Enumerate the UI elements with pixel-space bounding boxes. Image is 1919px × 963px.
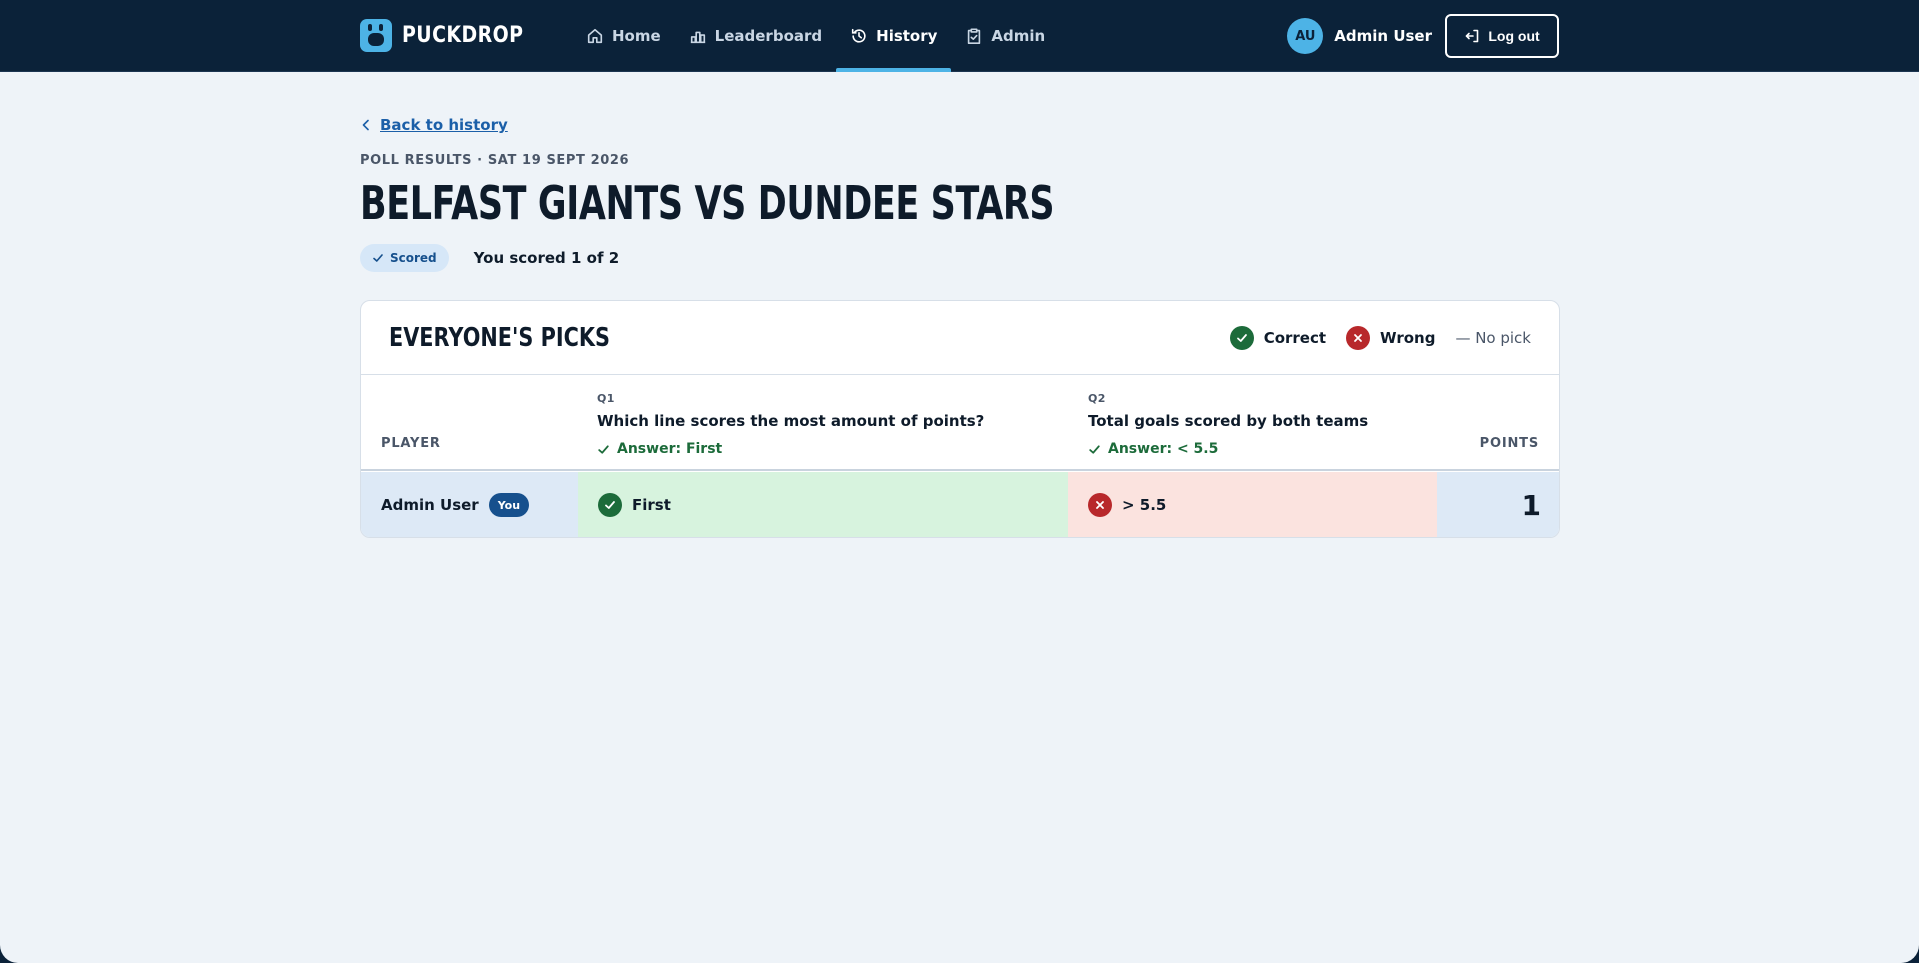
- check-icon: [598, 444, 609, 454]
- user-name: Admin User: [1334, 27, 1432, 45]
- poll-kicker: POLL RESULTS · SAT 19 SEPT 2026: [360, 153, 630, 168]
- home-icon: [587, 28, 603, 44]
- picks-card: EVERYONE'S PICKS Correct Wrong — No pick…: [360, 300, 1560, 538]
- brand-logo[interactable]: PUCKDROP: [360, 19, 543, 52]
- answer-label: Answer: < 5.5: [1108, 441, 1219, 457]
- nav-admin[interactable]: Admin: [951, 0, 1059, 72]
- wrong-icon: [1346, 326, 1371, 350]
- pick-value: > 5.5: [1122, 496, 1167, 514]
- brand-name: PUCKDROP: [402, 23, 524, 48]
- correct-icon: [1229, 326, 1254, 350]
- player-name: Admin User: [381, 496, 479, 514]
- check-icon: [373, 254, 383, 262]
- question-text: Which line scores the most amount of poi…: [597, 412, 985, 430]
- back-to-history-link[interactable]: Back to history: [360, 116, 508, 134]
- main-nav: Home Leaderboard History Admin: [572, 0, 1059, 72]
- points-cell: 1: [1437, 472, 1559, 537]
- user-area: AU Admin User Log out: [1287, 14, 1559, 58]
- pick-cell-q1: First: [578, 472, 1068, 537]
- picks-legend: Correct Wrong — No pick: [1210, 326, 1531, 350]
- app-frame: PUCKDROP Home Leaderboard History Admin …: [0, 0, 1919, 963]
- pick-value: First: [632, 496, 671, 514]
- legend-no-pick: — No pick: [1455, 329, 1531, 347]
- legend-wrong-label: Wrong: [1380, 329, 1436, 347]
- chevron-left-icon: [362, 119, 369, 131]
- nav-leaderboard[interactable]: Leaderboard: [675, 0, 836, 72]
- logout-button[interactable]: Log out: [1445, 14, 1559, 58]
- nav-home[interactable]: Home: [572, 0, 675, 72]
- question-answer: Answer: First: [597, 441, 984, 457]
- top-navbar: PUCKDROP Home Leaderboard History Admin …: [0, 0, 1919, 72]
- nav-home-label: Home: [612, 27, 661, 45]
- answer-label: Answer: First: [617, 441, 723, 457]
- picks-card-header: EVERYONE'S PICKS Correct Wrong — No pick: [361, 301, 1559, 375]
- wrong-icon: [1088, 493, 1112, 517]
- logout-icon: [1466, 29, 1479, 43]
- column-header-q2: Q2 Total goals scored by both teams Answ…: [1088, 392, 1368, 457]
- question-text: Total goals scored by both teams: [1088, 412, 1369, 430]
- avatar[interactable]: AU: [1287, 18, 1324, 54]
- legend-correct: Correct: [1229, 326, 1327, 350]
- history-icon: [852, 28, 866, 43]
- legend-wrong: Wrong: [1346, 326, 1435, 350]
- pick-cell-q2: > 5.5: [1068, 472, 1437, 537]
- score-summary: You scored 1 of 2: [473, 249, 620, 267]
- nav-admin-label: Admin: [991, 27, 1046, 45]
- question-number: Q1: [597, 392, 615, 405]
- page-title: BELFAST GIANTS VS DUNDEE STARS: [360, 176, 1055, 230]
- logout-label: Log out: [1488, 28, 1540, 44]
- leaderboard-icon: [690, 31, 705, 44]
- picks-table-header: PLAYER Q1 Which line scores the most amo…: [361, 375, 1559, 471]
- nav-leaderboard-label: Leaderboard: [714, 27, 823, 45]
- picks-title: EVERYONE'S PICKS: [389, 323, 610, 353]
- correct-icon: [598, 493, 622, 517]
- check-icon: [1089, 444, 1100, 454]
- player-cell: Admin User You: [361, 472, 578, 537]
- column-header-player: PLAYER: [381, 436, 441, 451]
- question-answer: Answer: < 5.5: [1088, 441, 1368, 457]
- you-badge: You: [488, 493, 530, 517]
- puck-logo-icon: [360, 19, 392, 52]
- status-badge: Scored: [360, 244, 449, 272]
- column-header-points: POINTS: [1479, 436, 1539, 451]
- table-row: Admin User You First > 5.5 1: [361, 472, 1559, 537]
- status-row: Scored You scored 1 of 2: [360, 244, 619, 272]
- status-badge-label: Scored: [390, 251, 437, 265]
- back-link-label: Back to history: [380, 116, 508, 134]
- nav-history-label: History: [876, 27, 938, 45]
- clipboard-check-icon: [968, 28, 981, 45]
- legend-correct-label: Correct: [1263, 329, 1327, 347]
- nav-history[interactable]: History: [836, 0, 952, 72]
- question-number: Q2: [1088, 392, 1106, 405]
- column-header-q1: Q1 Which line scores the most amount of …: [597, 392, 984, 457]
